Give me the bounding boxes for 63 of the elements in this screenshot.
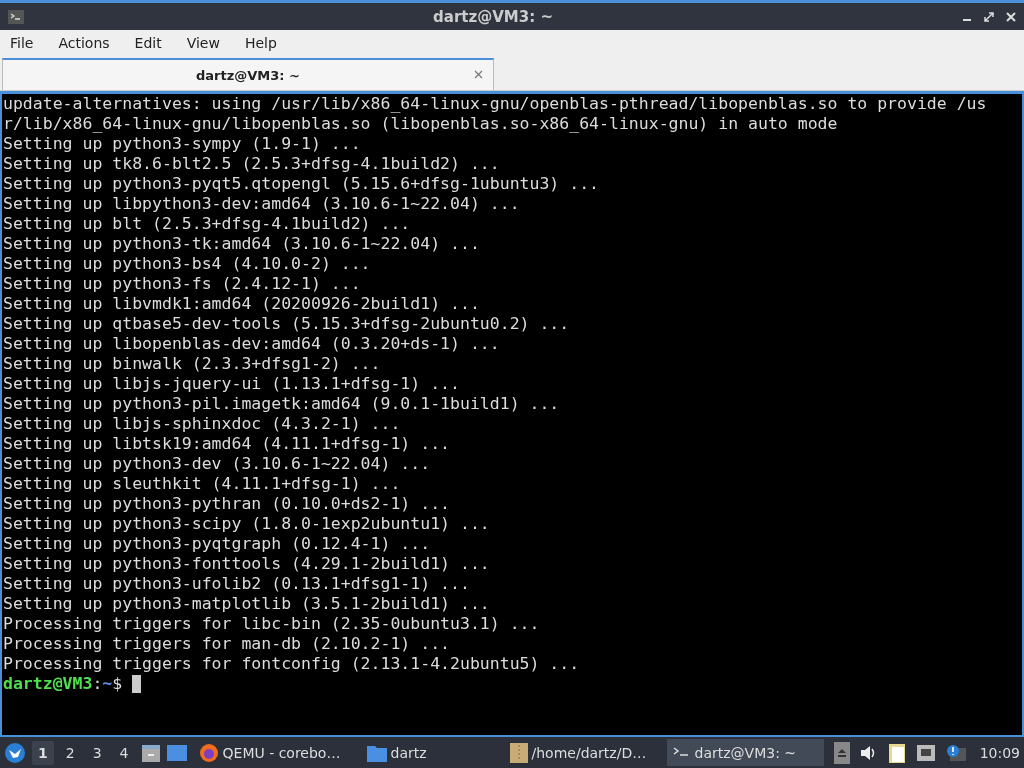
close-tab-icon[interactable]: [474, 70, 483, 79]
archive-icon: [509, 742, 528, 763]
terminal-line: r/lib/x86_64-linux-gnu/libopenblas.so (libopenblas.so-x86_64-linux-gnu) in auto mode: [3, 114, 839, 134]
network-icon[interactable]: [915, 743, 936, 762]
terminal-line: Setting up libpython3-dev:amd64 (3.10.6-1~22.04) ...: [3, 194, 521, 214]
terminal-line: Setting up python3-tk:amd64 (3.10.6-1~22.04) ...: [3, 234, 481, 254]
terminal-line: Setting up binwalk (2.3.3+dfsg1-2) ...: [3, 354, 382, 374]
terminal-line: Setting up libopenblas-dev:amd64 (0.3.20+ds-1) ...: [3, 334, 501, 354]
terminal-line: Setting up python3-ufolib2 (0.13.1+dfsg1-1) ...: [3, 574, 471, 594]
terminal-line: Processing triggers for libc-bin (2.35-0ubuntu3.1) ...: [3, 614, 541, 634]
terminal-line: update-alternatives: using /usr/lib/x86_64-linux-gnu/openblas-pthread/libopenblas.so to provide /us: [3, 94, 988, 114]
terminal-line: Processing triggers for fontconfig (2.13.1-4.2ubuntu5) ...: [3, 654, 581, 674]
close-icon[interactable]: [1006, 11, 1016, 22]
alert-icon[interactable]: [945, 743, 966, 762]
terminal-line: Setting up python3-bs4 (4.10.0-2) ...: [3, 254, 372, 274]
desktop-switch[interactable]: 4: [113, 740, 135, 765]
menu-item[interactable]: Actions: [58, 35, 110, 51]
clipboard-icon[interactable]: [887, 741, 906, 764]
terminal-line: Setting up python3-matplotlib (3.5.1-2build1) ...: [3, 594, 491, 614]
terminal-line: Setting up libjs-sphinxdoc (4.3.2-1) ...: [3, 414, 402, 434]
prompt-separator: :: [92, 674, 103, 694]
prompt-path: ~: [102, 674, 113, 694]
terminal-line: Setting up blt (2.5.3+dfsg-4.1build2) ...: [3, 214, 412, 234]
menu-item[interactable]: Help: [244, 35, 277, 51]
maximize-icon[interactable]: [984, 11, 994, 22]
desktop-icon[interactable]: [166, 743, 187, 762]
menu-item[interactable]: File: [10, 35, 34, 51]
text-cursor: [132, 675, 142, 693]
terminal-line: Setting up sleuthkit (4.11.1+dfsg-1) ...: [3, 474, 402, 494]
terminal-line: Setting up python3-pyqtgraph (0.12.4-1) ...: [3, 534, 432, 554]
terminal-line: Setting up python3-fs (2.4.12-1) ...: [3, 274, 362, 294]
desktop-switch[interactable]: 1: [32, 740, 54, 765]
task-button[interactable]: dartz@VM3: ~: [666, 739, 824, 766]
terminal-line: Setting up qtbase5-dev-tools (5.15.3+dfsg-2ubuntu0.2) ...: [3, 314, 571, 334]
terminal-line: Setting up python3-pythran (0.10.0+ds2-1) ...: [3, 494, 452, 514]
terminal-line: Setting up tk8.6-blt2.5 (2.5.3+dfsg-4.1build2) ...: [3, 154, 501, 174]
terminal-line: Setting up python3-pyqt5.qtopengl (5.15.6+dfsg-1ubuntu3) ...: [3, 174, 601, 194]
terminal-line: Setting up python3-dev (3.10.6-1~22.04) ...: [3, 454, 432, 474]
terminal-line: Setting up python3-pil.imagetk:amd64 (9.0.1-1build1) ...: [3, 394, 561, 414]
clock[interactable]: 10:09: [979, 744, 1020, 761]
task-button[interactable]: dartz: [360, 739, 498, 766]
prompt-user: dartz@VM3: [3, 674, 93, 694]
task-button[interactable]: /home/dartz/D…: [503, 739, 661, 766]
terminal-icon: [8, 8, 24, 25]
menu-item[interactable]: View: [186, 35, 220, 51]
window-title: dartz@VM3: ~: [432, 7, 554, 26]
terminal-line: Setting up libjs-jquery-ui (1.13.1+dfsg-1) ...: [3, 374, 461, 394]
eject-icon[interactable]: [833, 741, 850, 764]
desktop-switch[interactable]: 2: [59, 740, 81, 765]
file-cabinet-icon[interactable]: [140, 742, 161, 763]
terminal-line: Setting up libtsk19:amd64 (4.11.1+dfsg-1) ...: [3, 434, 452, 454]
prompt-symbol: $: [112, 674, 123, 694]
terminal-line: Setting up python3-sympy (1.9-1) ...: [3, 134, 362, 154]
menu-item[interactable]: Edit: [134, 35, 162, 51]
task-button[interactable]: QEMU - corebo…: [192, 739, 355, 766]
terminal-line: Setting up libvmdk1:amd64 (20200926-2build1) ...: [3, 294, 481, 314]
terminal-line: Setting up python3-scipy (1.8.0-1exp2ubuntu1) ...: [3, 514, 491, 534]
tab[interactable]: dartz@VM3: ~: [2, 58, 494, 90]
terminal-line: Processing triggers for man-db (2.10.2-1) ...: [3, 634, 452, 654]
desktop-switch[interactable]: 3: [86, 740, 108, 765]
terminal-line: Setting up python3-fonttools (4.29.1-2build1) ...: [3, 554, 491, 574]
folder-icon: [366, 743, 387, 762]
terminal-area[interactable]: [0, 91, 1024, 737]
